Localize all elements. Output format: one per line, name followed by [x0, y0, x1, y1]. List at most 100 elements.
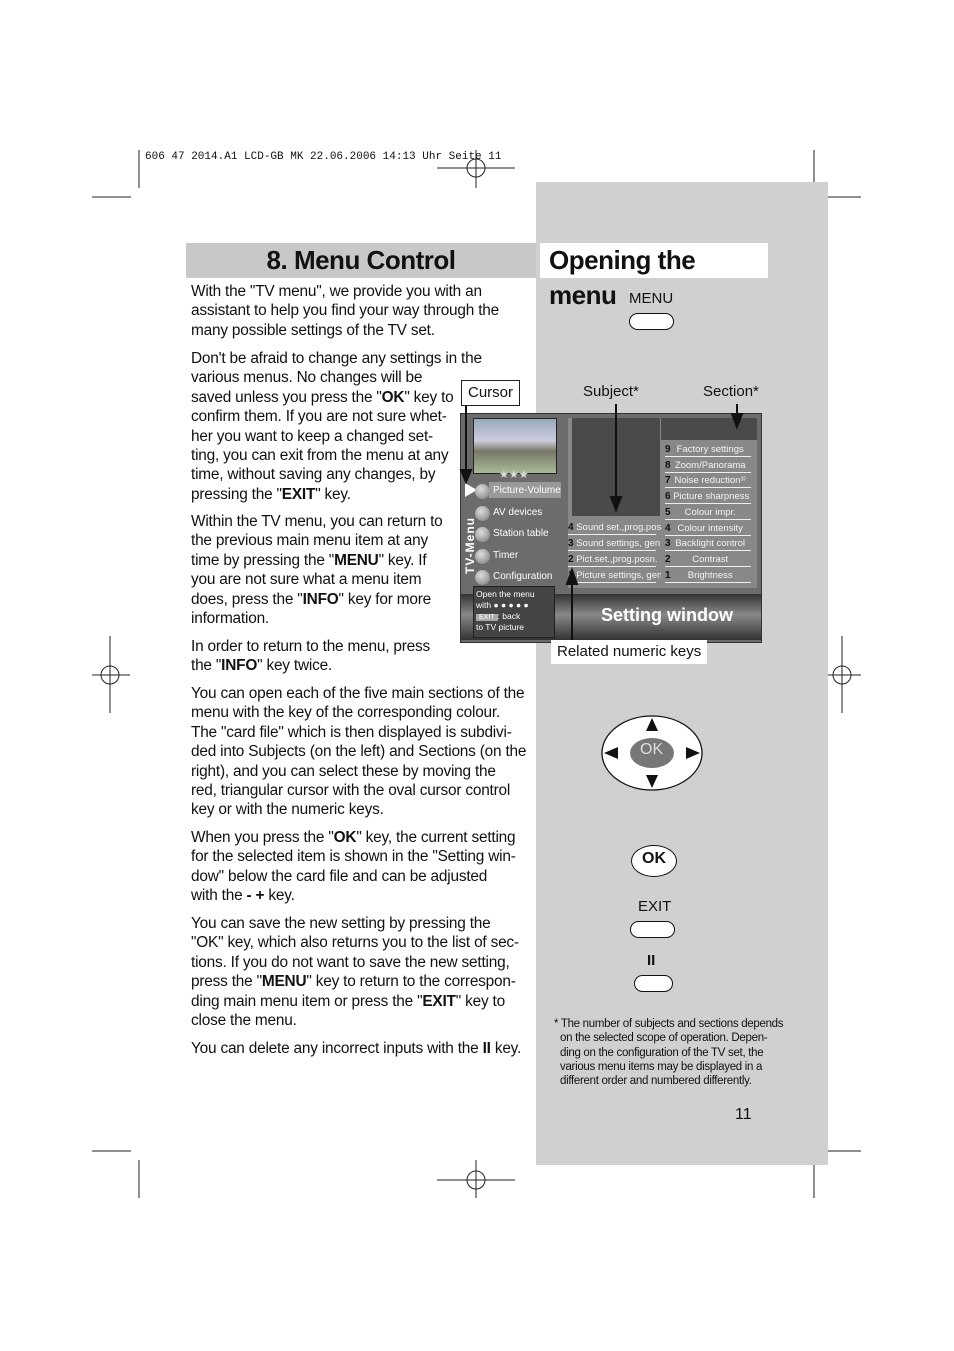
text: close the menu.	[191, 1012, 297, 1030]
section-row: 9 Factory settings	[665, 443, 751, 457]
tv-picture-thumbnail	[473, 418, 557, 474]
text: ting, you can exit from the menu at any	[191, 447, 449, 465]
section-label: Backlight control	[675, 538, 746, 550]
subject-label: Subject*	[583, 383, 639, 400]
text-line: In order to return to the menu, press	[191, 637, 430, 656]
text-line: Within the TV menu, you can return to	[191, 512, 443, 531]
section-label: Contrast	[692, 553, 729, 565]
section-label: Colour intensity	[677, 522, 743, 534]
text: " key.	[315, 485, 351, 503]
text: assistant to help you find your way thro…	[191, 302, 500, 320]
text: does, press the "	[191, 590, 303, 608]
section-label: Zoom/Panorama	[674, 459, 746, 471]
text-line: does, press the "INFO" key for more	[191, 590, 443, 609]
text: confirm them. If you are not sure whet-	[191, 408, 447, 426]
subject-row: 1 Picture settings, gen.	[568, 569, 665, 583]
text: Don't be afraid to change any settings i…	[191, 350, 482, 367]
paragraph: In order to return to the menu, press the…	[191, 637, 430, 676]
footnote-line: on the selected scope of operation. Depe…	[560, 1032, 768, 1045]
numeric-key: 9	[665, 444, 671, 455]
text-line: various menus. No changes will be	[191, 368, 482, 387]
section-label: Picture sharpness	[673, 491, 750, 503]
text: " key. If	[378, 551, 427, 569]
paragraph: You can save the new setting by pressing…	[191, 914, 519, 1030]
text: menu with the key of the corresponding c…	[191, 704, 501, 722]
text-line: You can delete any incorrect inputs with…	[191, 1039, 521, 1058]
text-line: When you press the "OK" key, the current…	[191, 828, 516, 847]
hint-box: Open the menu with ● ● ● ● ● EXIT: back …	[473, 586, 555, 638]
hint-text: : back	[497, 611, 521, 621]
key-name: OK	[333, 829, 357, 846]
key-name: MENU	[334, 551, 379, 569]
text-line: You can open each of the five main secti…	[191, 684, 526, 703]
numeric-key: 2	[568, 554, 574, 565]
menu-ball-icon	[475, 505, 490, 521]
text-line: for the selected item is shown in the "S…	[191, 847, 516, 866]
text: time, without saving any changes, by	[191, 466, 436, 484]
text: key.	[490, 1040, 522, 1057]
page-number: 11	[735, 1106, 752, 1123]
numeric-key: 8	[665, 459, 671, 471]
main-menu-item: Picture-Volume	[493, 485, 561, 496]
text-line: key or with the numeric keys.	[191, 800, 526, 819]
numeric-key: 7	[665, 475, 671, 487]
text: for the selected item is shown in the "S…	[191, 848, 516, 866]
text-line: pressing the "EXIT" key.	[191, 485, 482, 504]
numeric-key: 4	[665, 522, 671, 534]
text-line: time, without saving any changes, by	[191, 465, 482, 484]
numeric-key: 1	[568, 570, 574, 581]
related-keys-label: Related numeric keys	[551, 640, 708, 664]
paragraph: Within the TV menu, you can return to the…	[191, 512, 443, 628]
tv-menu-diagram: ★★★ TV-Menu Picture-Volume AV devices Stat…	[460, 413, 762, 643]
text: tions. If you do not want to save the ne…	[191, 953, 510, 971]
sections-header	[661, 418, 757, 440]
key-name: EXIT	[281, 485, 316, 503]
text: the "	[191, 657, 222, 675]
section-row: 5 Colour impr.	[665, 506, 751, 520]
section-row: 8 Zoom/Panorama	[665, 459, 751, 473]
manual-page: 606 47 2014.A1 LCD-GB MK 22.06.2006 14:1…	[0, 0, 954, 1351]
stars: ★★★	[499, 469, 529, 481]
menu-key	[629, 313, 674, 330]
text: various menus. No changes will be	[191, 369, 423, 387]
tv-menu-side-title: TV-Menu	[463, 517, 477, 574]
text-line: ding main menu item or press the "EXIT" …	[191, 992, 519, 1011]
footnote: * The number of subjects and sections de…	[554, 1017, 784, 1088]
text: many possible settings of the TV set.	[191, 321, 435, 339]
text: right), and you can select these by movi…	[191, 762, 496, 780]
main-menu-item: Configuration	[493, 571, 553, 582]
section-row: 2 Contrast	[665, 553, 751, 567]
footnote-line: * The number of subjects and sections de…	[554, 1018, 784, 1030]
text-line: You can save the new setting by pressing…	[191, 914, 519, 933]
text-line: dow" below the card file and can be adju…	[191, 867, 516, 886]
exit-key-icon: EXIT	[476, 614, 498, 621]
print-slug: 606 47 2014.A1 LCD-GB MK 22.06.2006 14:1…	[145, 151, 502, 163]
text: You can open each of the five main secti…	[191, 685, 525, 702]
text-line: red, triangular cursor with the oval cur…	[191, 781, 526, 800]
text-line: many possible settings of the TV set.	[191, 321, 499, 340]
page-header: Opening the menu	[540, 243, 768, 310]
subject-row: 4 Sound set.,prog.posn	[568, 521, 667, 535]
text: with the	[191, 887, 247, 905]
key-name: II	[482, 1040, 491, 1057]
text: saved unless you press the "	[191, 388, 382, 406]
section-row: 6 Picture sharpness	[665, 490, 751, 505]
text: " key, the current setting	[356, 829, 516, 846]
key-name: - +	[246, 887, 265, 905]
text: time by pressing the "	[191, 551, 335, 569]
hint-line: Open the menu	[476, 589, 535, 599]
cursor-label: Cursor	[461, 380, 521, 406]
text: When you press the "	[191, 829, 334, 846]
hint-line: with ● ● ● ● ●	[476, 600, 529, 610]
text: information.	[191, 610, 270, 628]
text-line: "OK" key, which also returns you to the …	[191, 933, 519, 952]
text-line: tions. If you do not want to save the ne…	[191, 953, 519, 972]
hint-text: with	[476, 600, 492, 610]
section-title: 8. Menu Control	[266, 245, 456, 275]
numeric-key: 3	[568, 538, 574, 549]
text: dow" below the card file and can be adju…	[191, 867, 488, 885]
numeric-key: 1	[665, 569, 671, 581]
paragraph: When you press the "OK" key, the current…	[191, 828, 516, 906]
text: her you want to keep a changed set-	[191, 427, 433, 445]
section-label: Noise reduction³⁾	[674, 475, 746, 487]
